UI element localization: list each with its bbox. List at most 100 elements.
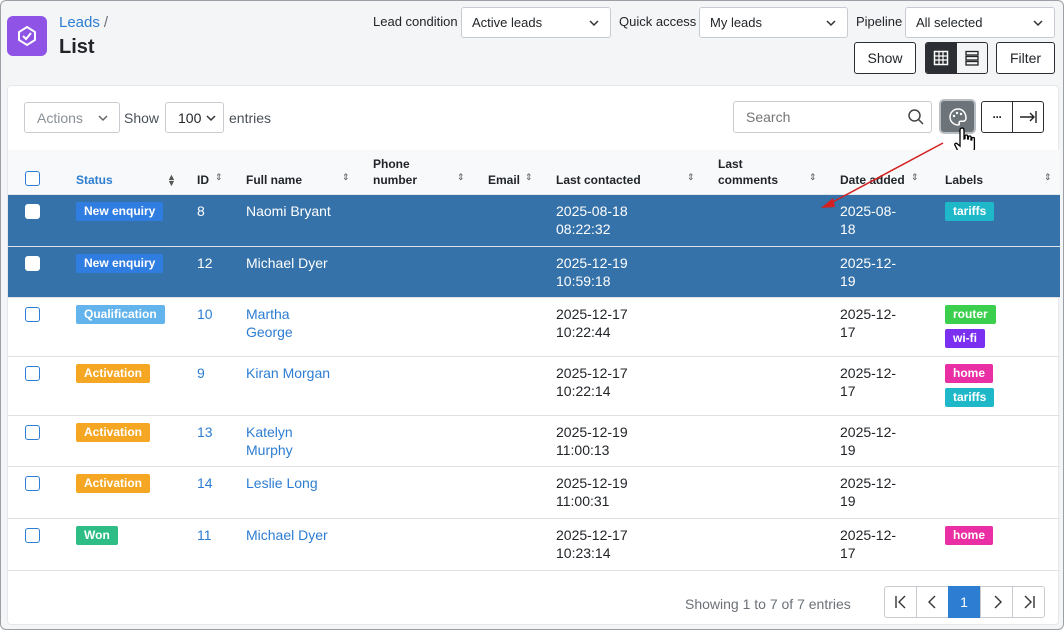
first-page-button[interactable] — [884, 586, 917, 618]
label-tag[interactable]: router — [945, 305, 996, 324]
list-view-icon[interactable] — [957, 43, 988, 73]
date-added-cell: 2025-12- 17 — [840, 306, 897, 340]
pipeline-label: Pipeline — [856, 14, 903, 29]
view-toggle[interactable] — [925, 42, 988, 74]
sort-icon[interactable]: ⇕ — [457, 172, 465, 183]
row-checkbox[interactable] — [25, 425, 40, 440]
sort-icon[interactable]: ⇕ — [911, 172, 919, 183]
label-tag[interactable]: wi-fi — [945, 329, 985, 348]
last-page-icon — [1024, 595, 1035, 609]
lead-name-link[interactable]: Kiran Morgan — [246, 364, 330, 382]
date-added-cell: 2025-12- 19 — [840, 255, 897, 289]
sort-icon[interactable]: ⇕ — [525, 172, 533, 183]
last-contacted-cell: 2025-12-17 10:22:14 — [556, 365, 628, 399]
col-phone[interactable]: Phone number — [373, 156, 417, 188]
date-added-cell: 2025-08- 18 — [840, 203, 897, 237]
pagination-info: Showing 1 to 7 of 7 entries — [685, 596, 851, 612]
last-contacted-cell: 2025-12-19 10:59:18 — [556, 255, 628, 289]
lead-name-link[interactable]: Naomi Bryant — [246, 202, 331, 220]
col-id[interactable]: ID — [197, 172, 209, 188]
row-checkbox[interactable] — [25, 366, 40, 381]
lead-name-link[interactable]: Leslie Long — [246, 474, 318, 492]
expand-button[interactable] — [1012, 101, 1044, 133]
col-email[interactable]: Email — [488, 172, 520, 188]
table-row[interactable]: Won 11 Michael Dyer 2025-12-17 10:23:14 2025-… — [8, 519, 1060, 571]
lead-id-link[interactable]: 10 — [197, 305, 213, 323]
row-checkbox[interactable] — [25, 256, 40, 271]
table-row[interactable]: New enquiry 8 Naomi Bryant 2025-08-18 08:22:… — [8, 195, 1060, 247]
col-last-contacted[interactable]: Last contacted — [556, 172, 641, 188]
status-badge: Activation — [76, 364, 151, 383]
table-row[interactable]: New enquiry 12 Michael Dyer 2025-12-19 10:59… — [8, 247, 1060, 298]
entries-select[interactable]: 100 — [165, 102, 224, 133]
lead-id-link[interactable]: 8 — [197, 202, 205, 220]
table-row[interactable]: Qualification 10 Martha George 2025-12-17 10:… — [8, 298, 1060, 357]
sort-icon[interactable]: ⇕ — [215, 172, 223, 183]
date-added-cell: 2025-12- 17 — [840, 527, 897, 561]
row-checkbox[interactable] — [25, 307, 40, 322]
table-row[interactable]: Activation 9 Kiran Morgan 2025-12-17 10:22:1… — [8, 357, 1060, 416]
lead-name-link[interactable]: Katelyn Murphy — [246, 423, 293, 459]
last-page-button[interactable] — [1012, 586, 1045, 618]
status-badge: New enquiry — [76, 202, 164, 221]
sort-icon[interactable]: ⇕ — [809, 172, 817, 183]
sort-icon[interactable]: ⇕ — [342, 172, 350, 183]
row-checkbox[interactable] — [25, 476, 40, 491]
actions-dropdown[interactable]: Actions — [24, 102, 120, 133]
quick-access-select[interactable]: My leads — [699, 7, 848, 38]
lead-name-link[interactable]: Michael Dyer — [246, 526, 328, 544]
lead-id-link[interactable]: 14 — [197, 474, 213, 492]
show-entries-label: Show — [124, 110, 160, 126]
sort-icon[interactable]: ⇕ — [687, 172, 695, 183]
grid-view-icon[interactable] — [926, 43, 957, 73]
status-badge: Activation — [76, 474, 151, 493]
date-added-cell: 2025-12- 19 — [840, 475, 897, 509]
status-badge: Qualification — [76, 305, 165, 324]
status-badge: Activation — [76, 423, 151, 442]
pipeline-select[interactable]: All selected — [905, 7, 1055, 38]
prev-page-button[interactable] — [916, 586, 949, 618]
chevron-down-icon — [826, 20, 836, 27]
lead-id-link[interactable]: 13 — [197, 423, 213, 441]
entries-label: entries — [229, 110, 272, 126]
col-status[interactable]: Status — [76, 172, 113, 188]
filter-button[interactable]: Filter — [996, 42, 1055, 74]
label-tag[interactable]: home — [945, 526, 994, 545]
col-last-comments[interactable]: Last comments — [718, 156, 778, 188]
sort-icon[interactable]: ▼ — [167, 178, 176, 188]
table-header: Status ▲ ▼ ID ⇕ Full name ⇕ Phone number ⇕… — [8, 150, 1060, 195]
col-date-added[interactable]: Date added — [840, 172, 905, 188]
label-tag[interactable]: tariffs — [945, 388, 995, 407]
lead-id-link[interactable]: 9 — [197, 364, 205, 382]
col-full-name[interactable]: Full name — [246, 172, 302, 188]
last-contacted-cell: 2025-12-17 10:22:44 — [556, 306, 628, 340]
col-labels[interactable]: Labels — [945, 172, 983, 188]
date-added-cell: 2025-12- 17 — [840, 365, 897, 399]
label-tag[interactable]: home — [945, 364, 994, 383]
first-page-icon — [894, 595, 905, 609]
breadcrumb[interactable]: Leads / — [59, 14, 108, 31]
lead-name-link[interactable]: Martha George — [246, 305, 293, 341]
lead-id-link[interactable]: 11 — [197, 526, 212, 544]
last-contacted-cell: 2025-12-19 11:00:13 — [556, 424, 628, 458]
expand-icon — [1020, 111, 1037, 123]
lead-condition-select[interactable]: Active leads — [461, 7, 611, 38]
more-button[interactable]: ··· — [981, 101, 1013, 133]
lead-name-link[interactable]: Michael Dyer — [246, 254, 328, 272]
last-contacted-cell: 2025-08-18 08:22:32 — [556, 203, 628, 237]
lead-id-link[interactable]: 12 — [197, 254, 213, 272]
search-icon — [908, 109, 924, 125]
table-row[interactable]: Activation 14 Leslie Long 2025-12-19 11:00:3… — [8, 467, 1060, 519]
search-input[interactable] — [733, 101, 932, 133]
app-window: Leads / List Lead condition Active leads … — [0, 0, 1064, 630]
next-page-button[interactable] — [980, 586, 1013, 618]
row-checkbox[interactable] — [25, 528, 40, 543]
sort-icon[interactable]: ⇕ — [1044, 172, 1052, 183]
table-row[interactable]: Activation 13 Katelyn Murphy 2025-12-19 11:00… — [8, 416, 1060, 467]
page-1-button[interactable]: 1 — [948, 586, 980, 618]
label-tag[interactable]: tariffs — [945, 202, 995, 221]
select-all-checkbox[interactable] — [25, 171, 40, 186]
show-button[interactable]: Show — [854, 42, 916, 74]
handshake-icon — [7, 16, 47, 56]
row-checkbox[interactable] — [25, 204, 40, 219]
